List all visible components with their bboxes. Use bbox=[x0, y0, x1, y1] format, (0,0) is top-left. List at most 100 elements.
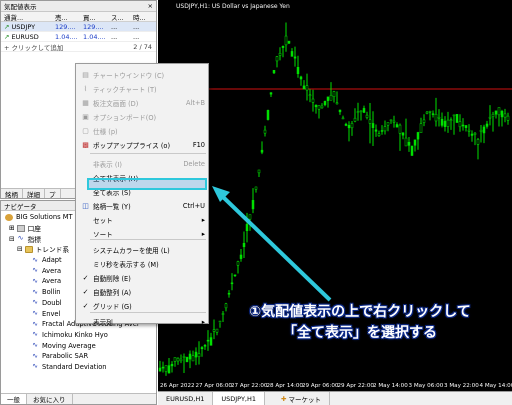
candle-body bbox=[455, 114, 459, 123]
indicator-icon: ∿ bbox=[32, 266, 38, 275]
x-axis-tick-label: 27 Apr 22:00 bbox=[231, 383, 268, 389]
tab-market[interactable]: ✚ マーケット bbox=[265, 392, 331, 405]
candle-body bbox=[431, 113, 435, 115]
check-icon: ✓ bbox=[82, 287, 89, 296]
candle-body bbox=[476, 139, 480, 145]
menu-item[interactable]: ✓ 自動削除 (E) bbox=[76, 271, 208, 284]
table-row[interactable]: ↗ USDJPY 129.... 129.... ... ... bbox=[1, 22, 156, 32]
menu-item-label: グリッド (G) bbox=[93, 302, 132, 311]
menu-item[interactable]: ✓ 自動整列 (A) bbox=[76, 285, 208, 298]
tab-usdjpy[interactable]: USDJPY,H1 bbox=[213, 392, 266, 405]
candle-body bbox=[338, 109, 342, 113]
candle-body bbox=[401, 132, 405, 136]
candle-body bbox=[239, 254, 243, 259]
tree-item-indicator[interactable]: ∿ Ichimoku Kinko Hyo bbox=[1, 330, 156, 341]
col-time[interactable]: 時... bbox=[133, 12, 155, 22]
candle-body bbox=[182, 356, 186, 358]
menu-item[interactable]: ▢ 仕様 (p) bbox=[76, 124, 208, 137]
tab-details[interactable]: 詳細 bbox=[23, 189, 45, 199]
menu-separator bbox=[90, 153, 206, 154]
candle-body bbox=[302, 85, 306, 90]
col-ask[interactable]: 買... bbox=[83, 12, 111, 22]
candle-body bbox=[296, 67, 300, 74]
depth-icon: ▦ bbox=[82, 98, 89, 107]
menu-item[interactable]: 表示列 ▸ bbox=[76, 315, 208, 328]
menu-item-shortcut: Alt+B bbox=[186, 98, 205, 107]
menu-item[interactable]: ミリ秒を表示する (M) bbox=[76, 257, 208, 270]
navigator-title: ナビゲータ bbox=[4, 202, 37, 211]
indicator-icon: ∿ bbox=[32, 255, 38, 264]
candle-body bbox=[485, 123, 489, 127]
tab-symbols[interactable]: 銘柄 bbox=[1, 189, 23, 199]
candle-body bbox=[419, 123, 423, 133]
candle-body bbox=[473, 132, 477, 135]
candle-body bbox=[479, 129, 483, 132]
tree-item-indicator[interactable]: ∿ Parabolic SAR bbox=[1, 351, 156, 362]
collapse-icon: ⊟ bbox=[9, 234, 15, 243]
candle-body bbox=[305, 85, 309, 91]
col-spread[interactable]: ス... bbox=[111, 12, 133, 22]
candle-body bbox=[383, 126, 387, 132]
menu-item[interactable]: セット ▸ bbox=[76, 213, 208, 226]
candle-body bbox=[374, 129, 378, 132]
menu-item[interactable]: 非表示 (I) Delete bbox=[76, 157, 208, 170]
x-axis-tick-label: 29 Apr 22:00 bbox=[338, 383, 375, 389]
add-symbol-row[interactable]: + クリックして追加 2 / 74 bbox=[1, 42, 156, 52]
menu-item-label: 銘柄一覧 (Y) bbox=[93, 202, 131, 211]
candle-body bbox=[299, 76, 303, 80]
collapse-icon: ⊟ bbox=[17, 245, 23, 254]
menu-item[interactable]: ソート ▸ bbox=[76, 227, 208, 240]
tree-item-indicator[interactable]: ∿ Standard Deviation bbox=[1, 362, 156, 373]
candle-body bbox=[410, 145, 414, 156]
menu-item[interactable]: ◫ 銘柄一覧 (Y) Ctrl+U bbox=[76, 199, 208, 212]
menu-item-shortcut: ▸ bbox=[201, 229, 205, 238]
context-menu: ▤ チャートウインドウ (C) ⌇ ティックチャート (T) ▦ 板注文画面 (D) Alt… bbox=[75, 63, 209, 327]
close-icon[interactable]: × bbox=[148, 2, 153, 10]
add-symbol-hint: + クリックして追加 bbox=[4, 43, 64, 52]
candle-body bbox=[311, 98, 315, 103]
candle-body bbox=[167, 365, 171, 374]
candle-body bbox=[164, 365, 168, 372]
candle-body bbox=[161, 366, 165, 369]
menu-item[interactable]: ▩ ポップアッププライス (o) F10 bbox=[76, 138, 208, 151]
table-row[interactable]: ↗ EURUSD 1.04.... 1.04.... ... ... bbox=[1, 32, 156, 42]
menu-item[interactable]: ▣ オプションボード(O) bbox=[76, 110, 208, 123]
candle-body bbox=[317, 104, 321, 110]
x-axis-tick-label: 28 Apr 14:00 bbox=[267, 383, 304, 389]
candle-body bbox=[506, 115, 510, 121]
menu-item[interactable]: システムカラーを使用 (L) bbox=[76, 243, 208, 256]
menu-item[interactable]: ▦ 板注文画面 (D) Alt+B bbox=[76, 96, 208, 109]
candle-body bbox=[404, 137, 408, 147]
indicator-folder-icon: ∿ bbox=[17, 234, 24, 243]
candle-body bbox=[185, 356, 189, 363]
candle-body bbox=[437, 116, 441, 119]
candle-body bbox=[248, 214, 252, 220]
candle-body bbox=[308, 94, 312, 97]
tree-item-indicator[interactable]: ∿ Moving Average bbox=[1, 340, 156, 351]
tab-general[interactable]: 一般 bbox=[1, 394, 27, 404]
menu-item[interactable]: ▤ チャートウインドウ (C) bbox=[76, 68, 208, 81]
candle-body bbox=[257, 169, 261, 174]
candle-body bbox=[362, 108, 366, 113]
expand-icon: ⊞ bbox=[9, 224, 15, 233]
x-axis-tick-label: 3 May 06:00 bbox=[409, 383, 444, 389]
menu-item-label: セット bbox=[93, 216, 113, 225]
candle-body bbox=[446, 119, 450, 127]
tab-tick[interactable]: プ bbox=[45, 189, 61, 199]
col-symbol[interactable]: 通貨... bbox=[1, 12, 55, 22]
menu-item[interactable]: ✓ グリッド (G) bbox=[76, 299, 208, 312]
candle-body bbox=[170, 363, 174, 367]
candle-body bbox=[365, 114, 369, 118]
menu-item[interactable]: ⌇ ティックチャート (T) bbox=[76, 82, 208, 95]
candle-body bbox=[188, 353, 192, 360]
col-bid[interactable]: 売... bbox=[55, 12, 83, 22]
candle-body bbox=[497, 107, 501, 116]
candle-body bbox=[392, 120, 396, 123]
indicator-icon: ∿ bbox=[32, 287, 38, 296]
tab-eurusd[interactable]: EURUSD,H1 bbox=[158, 392, 214, 405]
arrow-up-icon: ↗ bbox=[4, 22, 12, 31]
candle-body bbox=[344, 123, 348, 126]
candle-body bbox=[230, 282, 234, 285]
candle-body bbox=[287, 40, 291, 44]
tab-favorites[interactable]: お気に入り bbox=[27, 394, 73, 404]
